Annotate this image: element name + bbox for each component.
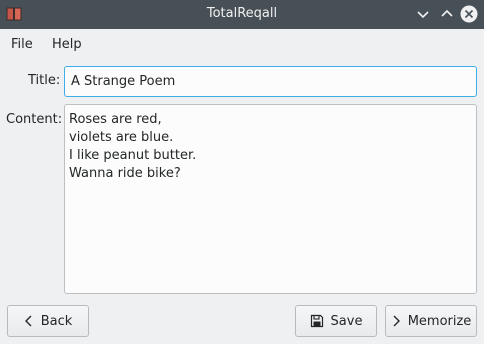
save-button-label: Save bbox=[330, 313, 363, 329]
content-textarea[interactable]: Roses are red, violets are blue. I like … bbox=[64, 104, 477, 294]
back-button-label: Back bbox=[40, 313, 73, 329]
title-input[interactable] bbox=[64, 66, 477, 97]
chevron-down-icon[interactable] bbox=[413, 4, 433, 24]
chevron-left-icon bbox=[24, 314, 34, 328]
menu-help[interactable]: Help bbox=[52, 37, 82, 52]
chevron-right-icon bbox=[391, 314, 401, 328]
content-label: Content: bbox=[6, 112, 63, 127]
chevron-up-icon[interactable] bbox=[437, 4, 457, 24]
close-icon[interactable] bbox=[459, 4, 479, 24]
memorize-button[interactable]: Memorize bbox=[385, 305, 477, 337]
app-window: TotalReqall File Help Title: Content: Ro… bbox=[0, 0, 484, 344]
window-title: TotalReqall bbox=[206, 6, 278, 21]
title-label: Title: bbox=[28, 73, 61, 88]
memorize-button-label: Memorize bbox=[407, 313, 472, 329]
title-bar[interactable]: TotalReqall bbox=[0, 0, 484, 29]
back-button[interactable]: Back bbox=[7, 305, 89, 337]
menu-file[interactable]: File bbox=[11, 37, 33, 52]
menu-bar: File Help bbox=[0, 29, 484, 59]
floppy-disk-icon bbox=[310, 314, 324, 328]
save-button[interactable]: Save bbox=[295, 305, 377, 337]
